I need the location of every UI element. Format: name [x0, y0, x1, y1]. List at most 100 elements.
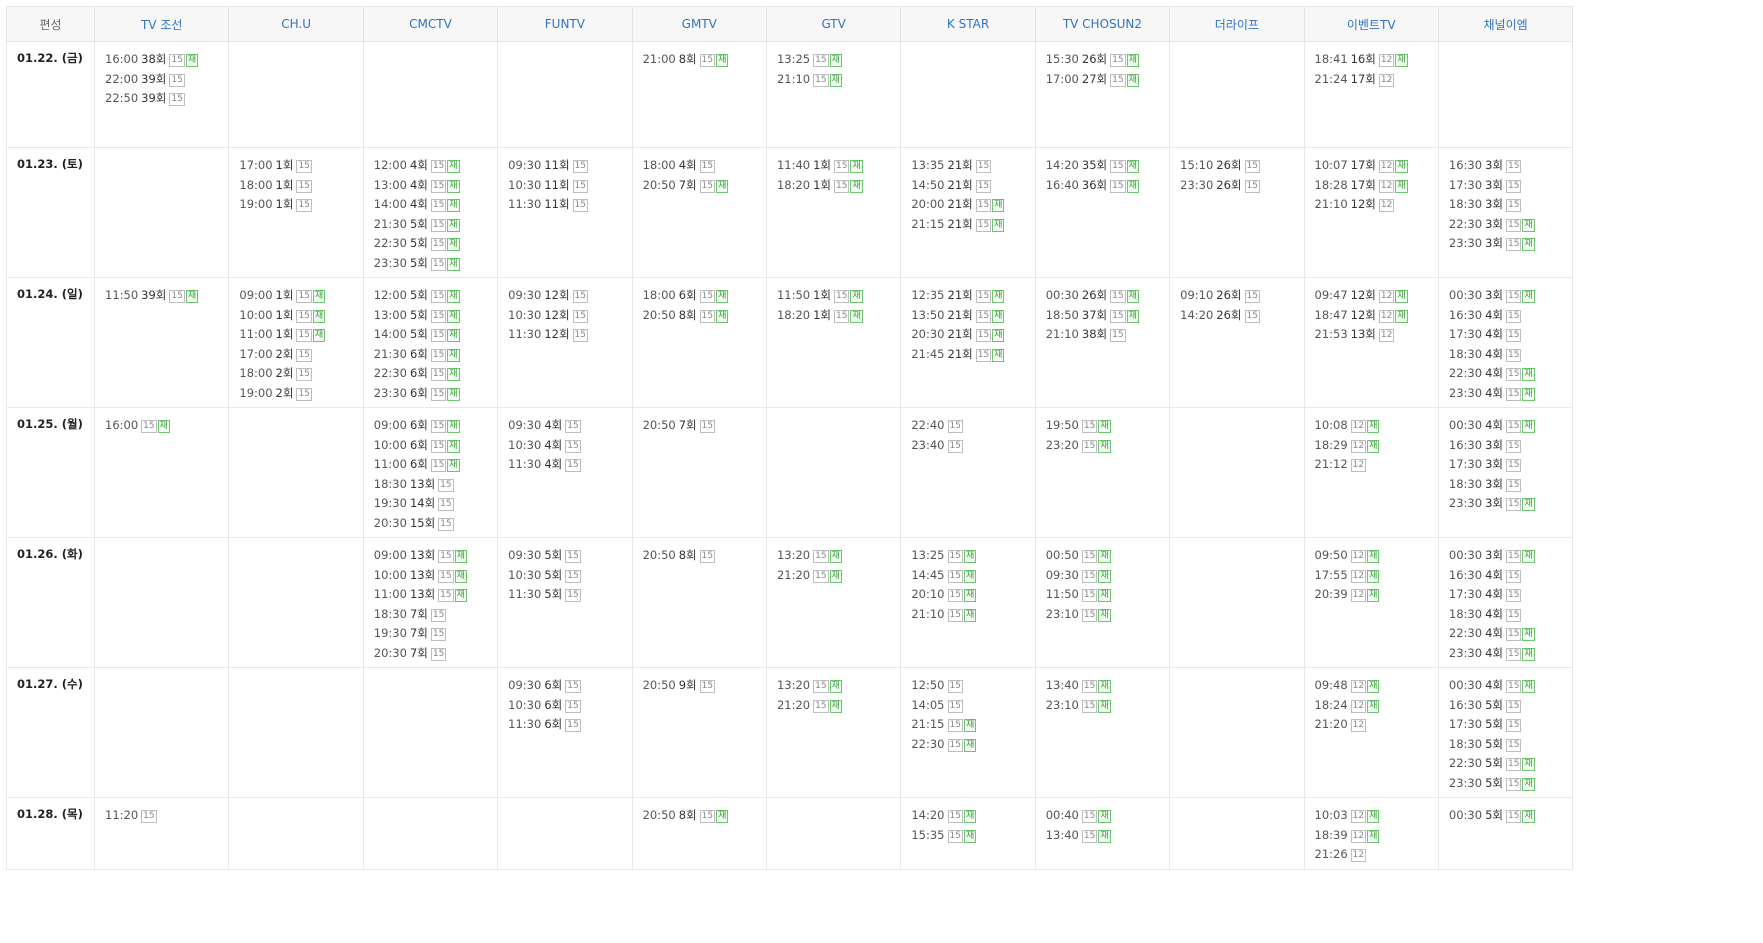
program-entry[interactable]: 23:10 15 재: [1046, 696, 1169, 716]
program-entry[interactable]: 11:30 4회 15: [508, 455, 631, 475]
program-entry[interactable]: 20:50 7회 15: [643, 416, 766, 436]
program-entry[interactable]: 22:30 3회 15 재: [1449, 215, 1572, 235]
program-entry[interactable]: 09:30 4회 15: [508, 416, 631, 436]
program-entry[interactable]: 19:50 15 재: [1046, 416, 1169, 436]
program-entry[interactable]: 00:30 4회 15 재: [1449, 416, 1572, 436]
program-entry[interactable]: 13:50 21회 15 재: [911, 306, 1034, 326]
program-entry[interactable]: 13:00 4회 15 재: [374, 176, 497, 196]
program-entry[interactable]: 12:35 21회 15 재: [911, 286, 1034, 306]
program-entry[interactable]: 21:12 12: [1315, 455, 1438, 475]
program-entry[interactable]: 21:24 17회 12: [1315, 70, 1438, 90]
program-entry[interactable]: 17:30 4회 15: [1449, 325, 1572, 345]
program-entry[interactable]: 09:50 12 재: [1315, 546, 1438, 566]
program-entry[interactable]: 18:39 12 재: [1315, 826, 1438, 846]
program-entry[interactable]: 17:30 3회 15: [1449, 455, 1572, 475]
program-entry[interactable]: 09:00 13회 15 재: [374, 546, 497, 566]
program-entry[interactable]: 09:30 6회 15: [508, 676, 631, 696]
program-entry[interactable]: 11:30 6회 15: [508, 715, 631, 735]
channel-header[interactable]: GMTV: [631, 6, 767, 42]
program-entry[interactable]: 14:20 26회 15: [1180, 306, 1303, 326]
program-entry[interactable]: 18:47 12회 12 재: [1315, 306, 1438, 326]
program-entry[interactable]: 13:20 15 재: [777, 546, 900, 566]
program-entry[interactable]: 10:03 12 재: [1315, 806, 1438, 826]
program-entry[interactable]: 10:30 5회 15: [508, 566, 631, 586]
program-entry[interactable]: 23:30 5회 15 재: [1449, 774, 1572, 794]
program-entry[interactable]: 18:30 4회 15: [1449, 345, 1572, 365]
program-entry[interactable]: 00:40 15 재: [1046, 806, 1169, 826]
program-entry[interactable]: 17:30 4회 15: [1449, 585, 1572, 605]
program-entry[interactable]: 19:00 2회 15: [239, 384, 362, 404]
program-entry[interactable]: 13:25 15 재: [777, 50, 900, 70]
program-entry[interactable]: 18:41 16회 12 재: [1315, 50, 1438, 70]
program-entry[interactable]: 16:30 4회 15: [1449, 306, 1572, 326]
program-entry[interactable]: 14:45 15 재: [911, 566, 1034, 586]
program-entry[interactable]: 13:35 21회 15: [911, 156, 1034, 176]
program-entry[interactable]: 23:30 3회 15 재: [1449, 234, 1572, 254]
program-entry[interactable]: 19:30 14회 15: [374, 494, 497, 514]
program-entry[interactable]: 20:50 7회 15 재: [643, 176, 766, 196]
program-entry[interactable]: 18:28 17회 12 재: [1315, 176, 1438, 196]
program-entry[interactable]: 12:50 15: [911, 676, 1034, 696]
program-entry[interactable]: 18:30 7회 15: [374, 605, 497, 625]
program-entry[interactable]: 20:30 15회 15: [374, 514, 497, 534]
program-entry[interactable]: 11:00 1회 15 재: [239, 325, 362, 345]
program-entry[interactable]: 11:00 6회 15 재: [374, 455, 497, 475]
program-entry[interactable]: 00:30 5회 15 재: [1449, 806, 1572, 826]
program-entry[interactable]: 18:20 1회 15 재: [777, 176, 900, 196]
program-entry[interactable]: 22:50 39회 15: [105, 89, 228, 109]
program-entry[interactable]: 10:00 1회 15 재: [239, 306, 362, 326]
program-entry[interactable]: 18:00 6회 15 재: [643, 286, 766, 306]
program-entry[interactable]: 21:00 8회 15 재: [643, 50, 766, 70]
program-entry[interactable]: 20:10 15 재: [911, 585, 1034, 605]
program-entry[interactable]: 23:30 4회 15 재: [1449, 384, 1572, 404]
program-entry[interactable]: 22:30 6회 15 재: [374, 364, 497, 384]
channel-header[interactable]: FUNTV: [497, 6, 633, 42]
program-entry[interactable]: 18:50 37회 15 재: [1046, 306, 1169, 326]
program-entry[interactable]: 20:00 21회 15 재: [911, 195, 1034, 215]
program-entry[interactable]: 20:30 21회 15 재: [911, 325, 1034, 345]
program-entry[interactable]: 14:00 4회 15 재: [374, 195, 497, 215]
program-entry[interactable]: 19:30 7회 15: [374, 624, 497, 644]
channel-header[interactable]: 이벤트TV: [1303, 6, 1439, 42]
program-entry[interactable]: 21:15 15 재: [911, 715, 1034, 735]
program-entry[interactable]: 16:30 5회 15: [1449, 696, 1572, 716]
program-entry[interactable]: 14:50 21회 15: [911, 176, 1034, 196]
program-entry[interactable]: 10:30 12회 15: [508, 306, 631, 326]
channel-header[interactable]: 더라이프: [1169, 6, 1305, 42]
program-entry[interactable]: 21:20 12: [1315, 715, 1438, 735]
program-entry[interactable]: 14:05 15: [911, 696, 1034, 716]
program-entry[interactable]: 10:07 17회 12 재: [1315, 156, 1438, 176]
program-entry[interactable]: 22:30 5회 15 재: [374, 234, 497, 254]
program-entry[interactable]: 20:50 8회 15 재: [643, 806, 766, 826]
program-entry[interactable]: 22:40 15: [911, 416, 1034, 436]
program-entry[interactable]: 11:50 39회 15 재: [105, 286, 228, 306]
program-entry[interactable]: 18:00 2회 15: [239, 364, 362, 384]
program-entry[interactable]: 22:30 4회 15 재: [1449, 364, 1572, 384]
program-entry[interactable]: 17:30 3회 15: [1449, 176, 1572, 196]
program-entry[interactable]: 21:45 21회 15 재: [911, 345, 1034, 365]
program-entry[interactable]: 16:30 4회 15: [1449, 566, 1572, 586]
program-entry[interactable]: 21:10 15 재: [777, 70, 900, 90]
program-entry[interactable]: 23:30 6회 15 재: [374, 384, 497, 404]
program-entry[interactable]: 18:30 3회 15: [1449, 195, 1572, 215]
program-entry[interactable]: 16:00 15 재: [105, 416, 228, 436]
program-entry[interactable]: 00:30 26회 15 재: [1046, 286, 1169, 306]
program-entry[interactable]: 10:00 6회 15 재: [374, 436, 497, 456]
program-entry[interactable]: 22:30 5회 15 재: [1449, 754, 1572, 774]
channel-header[interactable]: K STAR: [900, 6, 1036, 42]
program-entry[interactable]: 10:30 4회 15: [508, 436, 631, 456]
program-entry[interactable]: 21:30 5회 15 재: [374, 215, 497, 235]
program-entry[interactable]: 16:30 3회 15: [1449, 156, 1572, 176]
program-entry[interactable]: 15:35 15 재: [911, 826, 1034, 846]
program-entry[interactable]: 16:30 3회 15: [1449, 436, 1572, 456]
program-entry[interactable]: 11:30 12회 15: [508, 325, 631, 345]
program-entry[interactable]: 09:30 5회 15: [508, 546, 631, 566]
program-entry[interactable]: 20:50 8회 15 재: [643, 306, 766, 326]
program-entry[interactable]: 14:20 15 재: [911, 806, 1034, 826]
program-entry[interactable]: 11:50 1회 15 재: [777, 286, 900, 306]
channel-header[interactable]: CMCTV: [362, 6, 499, 42]
program-entry[interactable]: 09:47 12회 12 재: [1315, 286, 1438, 306]
program-entry[interactable]: 12:00 4회 15 재: [374, 156, 497, 176]
program-entry[interactable]: 09:48 12 재: [1315, 676, 1438, 696]
channel-header[interactable]: CH.U: [228, 6, 364, 42]
